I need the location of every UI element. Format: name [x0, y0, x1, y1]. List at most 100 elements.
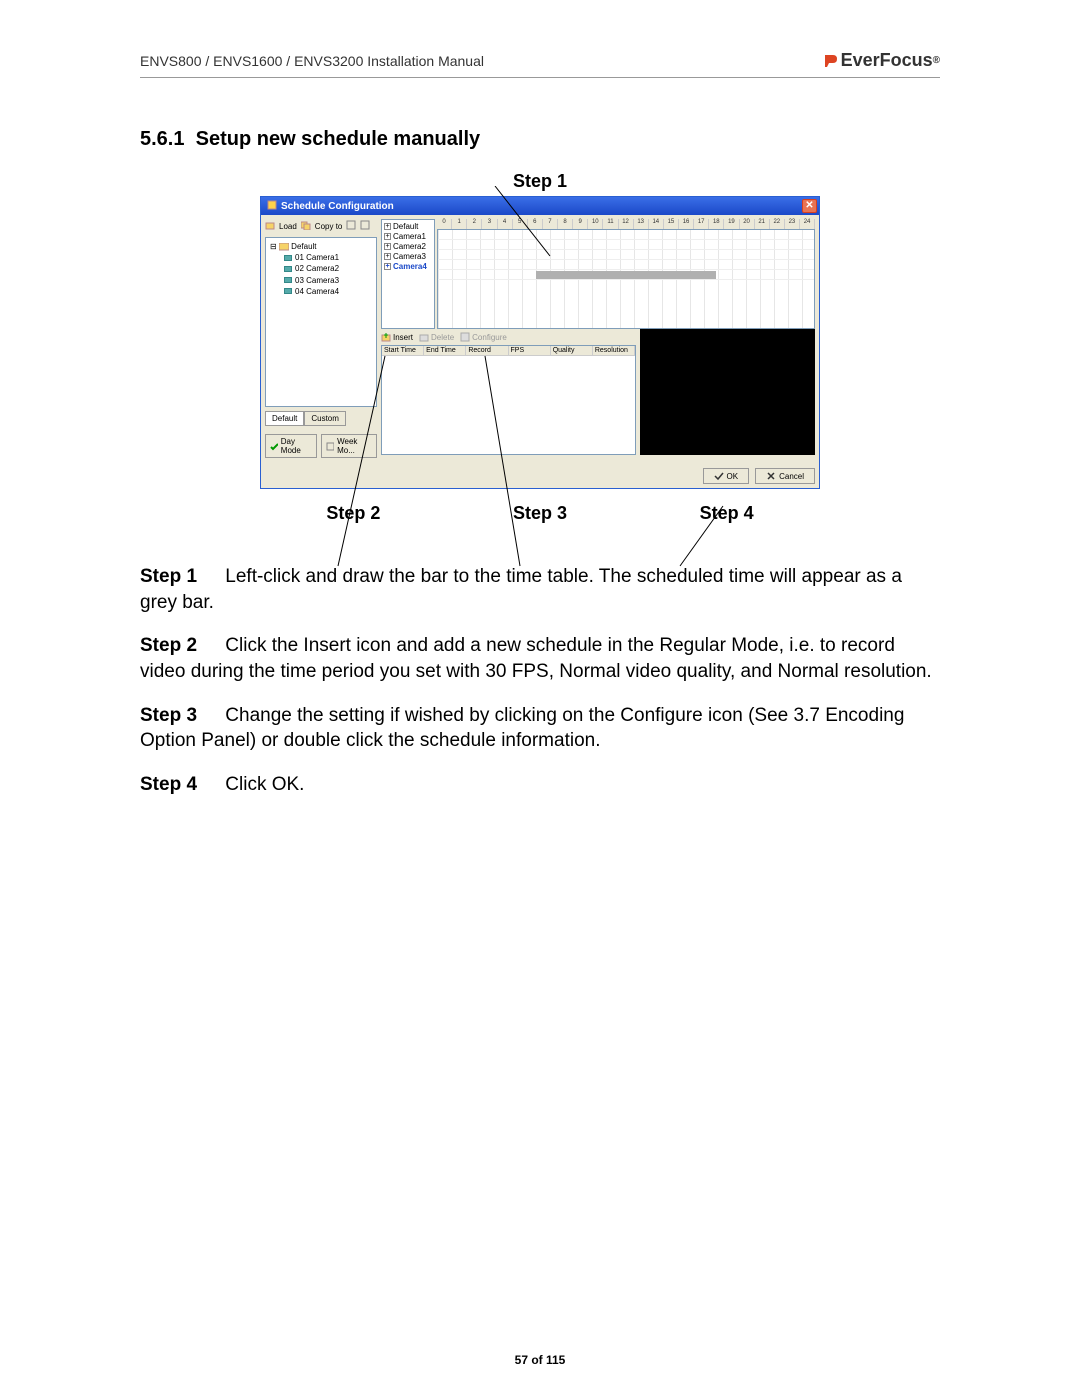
camlist-item[interactable]: +Default: [383, 221, 433, 231]
step-paragraph: Step 1 Left-click and draw the bar to th…: [140, 564, 940, 615]
left-toolbar: Load Copy to: [265, 219, 377, 233]
col-quality: Quality: [551, 346, 593, 355]
schedule-table[interactable]: Start Time End Time Record FPS Quality R…: [381, 345, 636, 455]
window-titlebar: Schedule Configuration ✕: [261, 197, 819, 215]
camlist-item[interactable]: +Camera2: [383, 241, 433, 251]
schedule-tabs: Default Custom: [265, 411, 377, 426]
timetable-area: 0123456789101112131415161718192021222324: [437, 219, 815, 329]
tree-root[interactable]: Default: [270, 241, 372, 252]
schedule-table-header: Start Time End Time Record FPS Quality R…: [382, 346, 635, 356]
box-icon: [326, 442, 334, 451]
callout-step4: Step 4: [700, 503, 754, 524]
step-paragraph: Step 4 Click OK.: [140, 772, 940, 798]
mode-buttons: Day Mode Week Mo...: [265, 434, 377, 458]
col-end: End Time: [424, 346, 466, 355]
week-mode-button[interactable]: Week Mo...: [321, 434, 377, 458]
tab-custom[interactable]: Custom: [304, 411, 346, 426]
col-start: Start Time: [382, 346, 424, 355]
step-label: Step 3: [140, 703, 220, 729]
check-icon: [714, 471, 724, 481]
day-mode-button[interactable]: Day Mode: [265, 434, 317, 458]
load-label[interactable]: Load: [279, 222, 297, 231]
expand-icon[interactable]: +: [384, 263, 391, 270]
step-body: Click OK.: [225, 774, 304, 795]
step-paragraph: Step 3 Change the setting if wished by c…: [140, 703, 940, 754]
step-paragraph: Step 2 Click the Insert icon and add a n…: [140, 633, 940, 684]
close-icon[interactable]: ✕: [802, 199, 817, 213]
tree-item[interactable]: 03 Camera3: [284, 275, 372, 286]
camlist-item-selected[interactable]: +Camera4: [383, 261, 433, 271]
section-heading: 5.6.1 Setup new schedule manually: [140, 128, 940, 151]
timetable-row-selected[interactable]: [438, 270, 814, 280]
step-label: Step 2: [140, 633, 220, 659]
delete-icon: [419, 332, 429, 342]
expand-icon[interactable]: +: [384, 223, 391, 230]
screenshot-figure: Schedule Configuration ✕ Load Copy to: [260, 196, 820, 489]
page-header: ENVS800 / ENVS1600 / ENVS3200 Installati…: [140, 50, 940, 78]
step-body: Left-click and draw the bar to the time …: [140, 566, 902, 613]
step-label: Step 1: [140, 564, 220, 590]
lower-area: Start Time End Time Record FPS Quality R…: [381, 345, 815, 455]
left-pane: Load Copy to: [265, 219, 377, 458]
callout-step2: Step 2: [326, 503, 380, 524]
col-record: Record: [466, 346, 508, 355]
window-title: Schedule Configuration: [277, 201, 802, 212]
video-preview: [640, 325, 815, 455]
camera-icon: [284, 288, 292, 294]
step-body: Click the Insert icon and add a new sche…: [140, 635, 932, 682]
copyto-label[interactable]: Copy to: [315, 222, 343, 231]
camlist-item[interactable]: +Camera3: [383, 251, 433, 261]
window-body: Load Copy to: [261, 215, 819, 462]
steps-text: Step 1 Left-click and draw the bar to th…: [140, 564, 940, 797]
tree-item[interactable]: 01 Camera1: [284, 252, 372, 263]
schedule-config-window: Schedule Configuration ✕ Load Copy to: [260, 196, 820, 489]
delete-button[interactable]: Delete: [419, 332, 454, 342]
configure-button[interactable]: Configure: [460, 332, 507, 342]
insert-icon: [381, 332, 391, 342]
step-body: Change the setting if wished by clicking…: [140, 705, 904, 752]
camera-icon: [284, 266, 292, 272]
timetable-grid[interactable]: [437, 229, 815, 329]
expand-icon[interactable]: +: [384, 253, 391, 260]
timetable-row[interactable]: [438, 250, 814, 260]
camera-tree[interactable]: Default 01 Camera1 02 Camera2 03 Camera3…: [265, 237, 377, 407]
check-icon: [270, 442, 278, 451]
extra-icon-2[interactable]: [360, 220, 370, 232]
camera-icon: [284, 277, 292, 283]
x-icon: [766, 471, 776, 481]
dialog-footer: OK Cancel: [261, 462, 819, 488]
brand-logo: EverFocus®: [823, 50, 940, 71]
col-resolution: Resolution: [593, 346, 635, 355]
camlist-item[interactable]: +Camera1: [383, 231, 433, 241]
timetable-row[interactable]: [438, 230, 814, 240]
camera-list[interactable]: +Default +Camera1 +Camera2 +Camera3 +Cam…: [381, 219, 435, 329]
insert-button[interactable]: Insert: [381, 332, 413, 342]
camera-icon: [284, 255, 292, 261]
everfocus-icon: [823, 53, 839, 69]
right-pane: +Default +Camera1 +Camera2 +Camera3 +Cam…: [381, 219, 815, 458]
tree-item[interactable]: 04 Camera4: [284, 286, 372, 297]
step-label: Step 4: [140, 772, 220, 798]
schedule-bar[interactable]: [536, 271, 716, 279]
tab-default[interactable]: Default: [265, 411, 304, 426]
callout-step3: Step 3: [513, 503, 567, 524]
cancel-button[interactable]: Cancel: [755, 468, 815, 484]
callout-step1: Step 1: [140, 171, 940, 192]
doc-title: ENVS800 / ENVS1600 / ENVS3200 Installati…: [140, 53, 484, 69]
ok-button[interactable]: OK: [703, 468, 750, 484]
timetable-row[interactable]: [438, 240, 814, 250]
load-icon[interactable]: [265, 220, 275, 232]
expand-icon[interactable]: +: [384, 243, 391, 250]
configure-icon: [460, 332, 470, 342]
copyto-icon[interactable]: [301, 220, 311, 232]
titlebar-icon: [267, 200, 277, 213]
bottom-callouts: Step 2 Step 3 Step 4: [260, 503, 820, 524]
brand-text: EverFocus: [841, 50, 933, 71]
timetable-hours: 0123456789101112131415161718192021222324: [437, 219, 815, 229]
upper-area: +Default +Camera1 +Camera2 +Camera3 +Cam…: [381, 219, 815, 329]
col-fps: FPS: [509, 346, 551, 355]
extra-icon-1[interactable]: [346, 220, 356, 232]
timetable-row[interactable]: [438, 260, 814, 270]
expand-icon[interactable]: +: [384, 233, 391, 240]
tree-item[interactable]: 02 Camera2: [284, 263, 372, 274]
